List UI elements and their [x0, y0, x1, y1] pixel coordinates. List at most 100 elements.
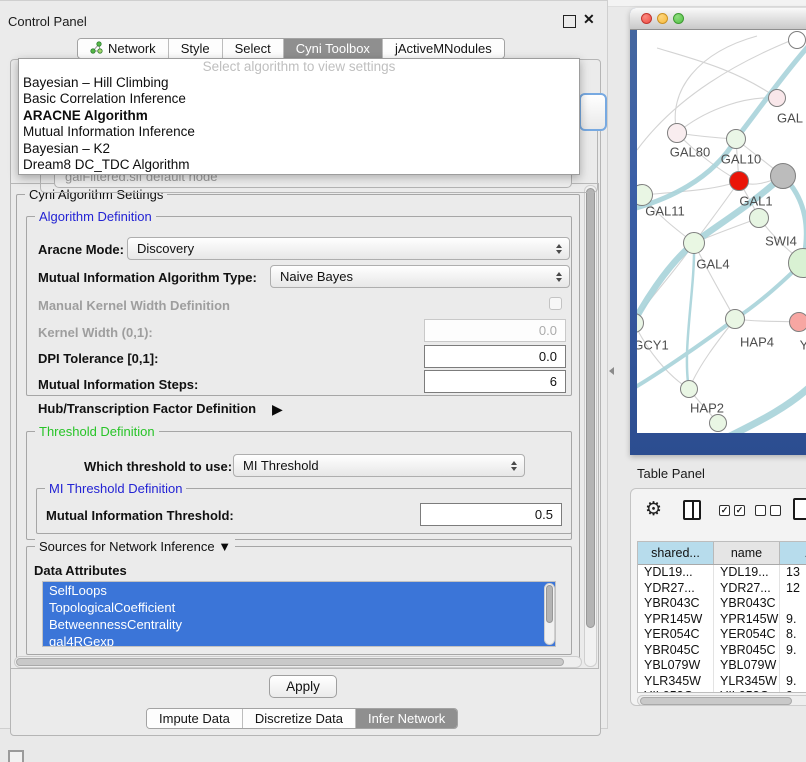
- collapse-arrow-icon[interactable]: ▼: [218, 539, 231, 554]
- dpi-tolerance-field[interactable]: 0.0: [424, 345, 566, 368]
- network-node[interactable]: [749, 208, 769, 228]
- tab-label: Discretize Data: [255, 711, 343, 726]
- gear-icon[interactable]: ⚙: [645, 499, 662, 519]
- tab-jactivemnodules[interactable]: jActiveMNodules: [383, 39, 504, 58]
- inference-algorithm-combobox[interactable]: [579, 93, 607, 131]
- network-node[interactable]: [680, 380, 698, 398]
- network-view-window[interactable]: GALGAL80GAL10GAL1GAL11SWI4GAL4GCY1HAP4YH…: [630, 8, 806, 455]
- tab-label: Select: [235, 41, 271, 56]
- apply-button[interactable]: Apply: [269, 675, 337, 698]
- data-attributes-list[interactable]: SelfLoopsTopologicalCoefficientBetweenne…: [42, 581, 556, 647]
- float-panel-icon[interactable]: [563, 15, 576, 28]
- settings-scrollbar[interactable]: [584, 185, 597, 667]
- network-node[interactable]: [725, 309, 745, 329]
- splitter-handle-icon[interactable]: [609, 367, 614, 375]
- tab-discretize-data[interactable]: Discretize Data: [243, 709, 356, 728]
- stepper-arrows-icon: [556, 272, 562, 282]
- algorithm-option-dream8-dc-tdc-algorithm[interactable]: Dream8 DC_TDC Algorithm: [19, 157, 579, 173]
- network-node[interactable]: [667, 123, 687, 143]
- aracne-mode-select[interactable]: Discovery: [127, 237, 570, 260]
- table-cell: 9.: [780, 612, 806, 628]
- table-row[interactable]: YDL19...YDL19...13: [638, 565, 806, 581]
- tab-select[interactable]: Select: [223, 39, 284, 58]
- table-hscrollbar-thumb[interactable]: [640, 697, 792, 705]
- attributes-scrollbar-thumb[interactable]: [546, 585, 553, 623]
- kernel-width-field[interactable]: 0.0: [424, 319, 566, 342]
- tab-network[interactable]: Network: [78, 39, 169, 58]
- table-cell: YER054C: [638, 627, 714, 643]
- mi-type-select[interactable]: Naive Bayes: [270, 265, 570, 288]
- network-node[interactable]: [788, 31, 806, 49]
- table-cell: YLR345W: [638, 674, 714, 690]
- table-hscrollbar[interactable]: [637, 695, 806, 706]
- table-row[interactable]: YIL053CYIL053C9: [638, 689, 806, 693]
- column-header-shared[interactable]: shared...: [638, 542, 714, 564]
- close-window-icon[interactable]: [641, 13, 652, 24]
- table-row[interactable]: YDR27...YDR27...12: [638, 581, 806, 597]
- algorithm-option-mutual-information-inference[interactable]: Mutual Information Inference: [19, 124, 579, 140]
- stepper-arrows-icon: [556, 244, 562, 254]
- network-node[interactable]: [726, 129, 746, 149]
- file-icon[interactable]: [793, 498, 806, 520]
- tab-infer-network[interactable]: Infer Network: [356, 709, 457, 728]
- attribute-item-topologicalcoefficient[interactable]: TopologicalCoefficient: [43, 599, 555, 616]
- minimize-window-icon[interactable]: [657, 13, 668, 24]
- table-row[interactable]: YBR043CYBR043C: [638, 596, 806, 612]
- deselect-all-columns-icon[interactable]: [755, 505, 781, 516]
- network-node[interactable]: [683, 232, 705, 254]
- attributes-scrollbar[interactable]: [544, 583, 555, 645]
- algorithm-option-basic-correlation-inference[interactable]: Basic Correlation Inference: [19, 91, 579, 107]
- table-cell: YER054C: [714, 627, 780, 643]
- algorithm-option-aracne-algorithm[interactable]: ARACNE Algorithm: [19, 108, 579, 124]
- attribute-item-betweennesscentrality[interactable]: BetweennessCentrality: [43, 616, 555, 633]
- sources-title-text: Sources for Network Inference: [39, 539, 215, 554]
- table-row[interactable]: YER054CYER054C8.: [638, 627, 806, 643]
- table-row[interactable]: YPR145WYPR145W9.: [638, 612, 806, 628]
- node-label-gal80: GAL80: [670, 145, 710, 160]
- close-panel-icon[interactable]: ✕: [583, 11, 595, 28]
- table-cell: YIL053C: [714, 689, 780, 693]
- tab-label: Impute Data: [159, 711, 230, 726]
- tab-label: Cyni Toolbox: [296, 41, 370, 56]
- columns-icon[interactable]: [683, 500, 701, 520]
- aracne-mode-value: Discovery: [137, 241, 194, 256]
- mi-type-value: Naive Bayes: [280, 269, 353, 284]
- tab-style[interactable]: Style: [169, 39, 223, 58]
- which-threshold-select[interactable]: MI Threshold: [233, 454, 525, 477]
- network-node[interactable]: [770, 163, 796, 189]
- tab-impute-data[interactable]: Impute Data: [147, 709, 243, 728]
- manual-kernel-checkbox[interactable]: [549, 297, 562, 310]
- network-node[interactable]: [729, 171, 749, 191]
- zoom-window-icon[interactable]: [673, 13, 684, 24]
- settings-hscrollbar-thumb[interactable]: [16, 658, 564, 666]
- network-node[interactable]: [768, 89, 786, 107]
- attribute-item-gal4rgexp[interactable]: gal4RGexp: [43, 633, 555, 647]
- minimized-panel-icon[interactable]: [8, 750, 24, 762]
- mi-threshold-label: Mutual Information Threshold:: [46, 508, 234, 523]
- settings-scrollbar-thumb[interactable]: [586, 188, 595, 628]
- network-window-titlebar[interactable]: [630, 8, 806, 30]
- network-node[interactable]: [789, 312, 806, 332]
- algorithm-option-bayesian-k2[interactable]: Bayesian – K2: [19, 141, 579, 157]
- kernel-width-value: 0.0: [539, 323, 557, 338]
- table-row[interactable]: YLR345WYLR345W9.: [638, 674, 806, 690]
- mi-threshold-field[interactable]: 0.5: [420, 503, 562, 526]
- expand-arrow-icon[interactable]: ▶: [272, 401, 283, 418]
- algorithm-placeholder: Select algorithm to view settings: [19, 59, 579, 75]
- network-node[interactable]: [709, 414, 727, 432]
- algorithm-option-bayesian-hill-climbing[interactable]: Bayesian – Hill Climbing: [19, 75, 579, 91]
- node-label-swi4: SWI4: [765, 234, 797, 249]
- table-row[interactable]: YBR045CYBR045C9.: [638, 643, 806, 659]
- node-label-gal4: GAL4: [696, 257, 729, 272]
- column-header-name[interactable]: name: [714, 542, 780, 564]
- select-all-columns-icon[interactable]: ✓ ✓: [719, 505, 745, 516]
- node-attribute-table[interactable]: shared...nameA YDL19...YDL19...13YDR27..…: [637, 541, 806, 693]
- network-canvas[interactable]: GALGAL80GAL10GAL1GAL11SWI4GAL4GCY1HAP4YH…: [637, 30, 806, 433]
- tab-cyni-toolbox[interactable]: Cyni Toolbox: [284, 39, 383, 58]
- mi-steps-field[interactable]: 6: [424, 370, 566, 393]
- settings-hscrollbar[interactable]: [14, 656, 582, 668]
- column-header-a[interactable]: A: [780, 542, 806, 564]
- kernel-width-label: Kernel Width (0,1):: [38, 325, 153, 340]
- attribute-item-selfloops[interactable]: SelfLoops: [43, 582, 555, 599]
- table-row[interactable]: YBL079WYBL079W: [638, 658, 806, 674]
